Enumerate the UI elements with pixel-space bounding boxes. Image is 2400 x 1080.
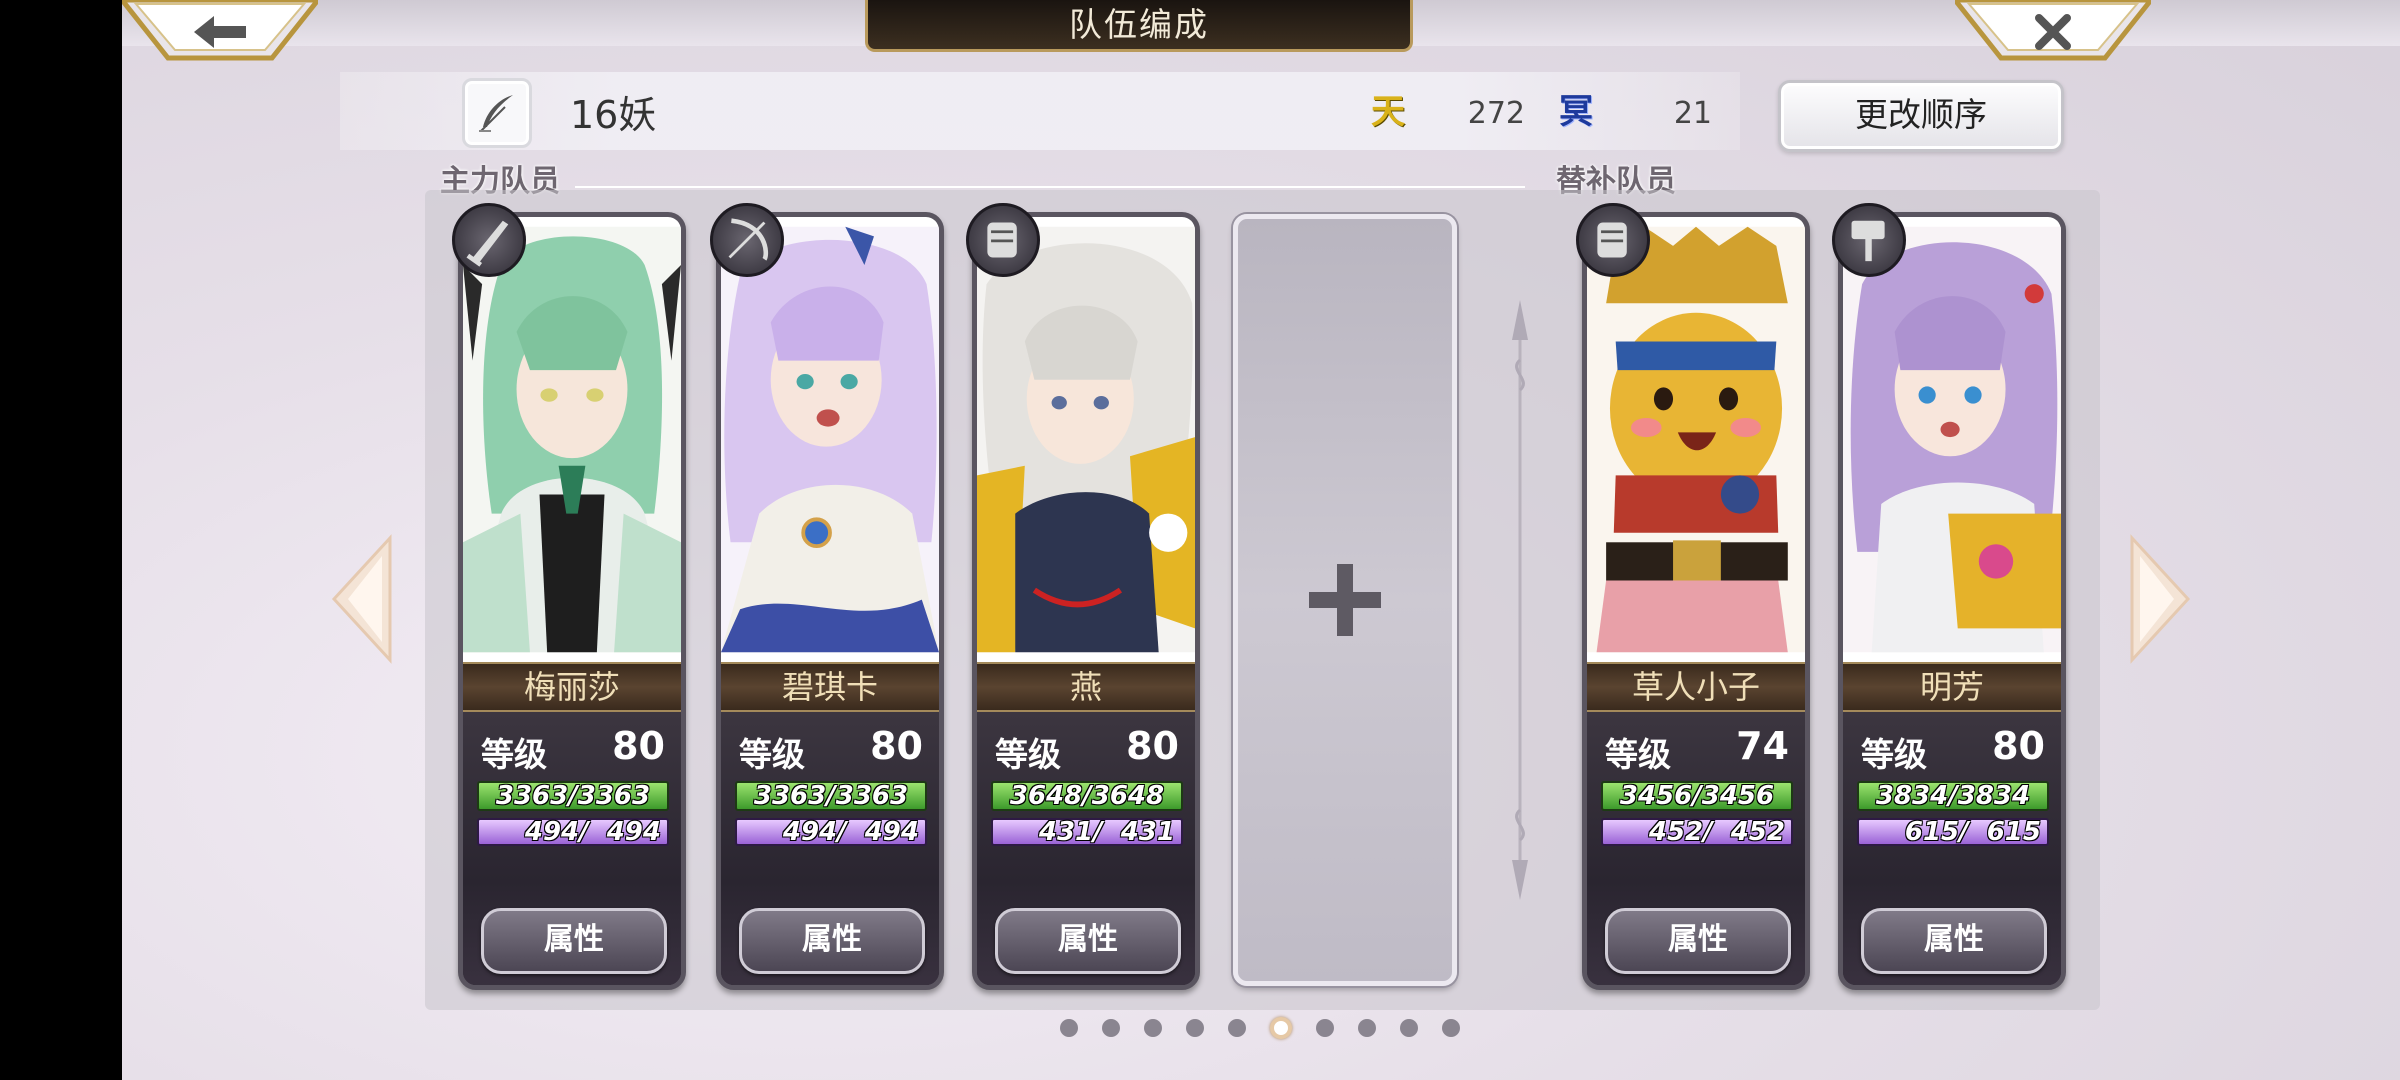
ornament-divider-icon — [1512, 300, 1528, 900]
underworld-value: 21 — [1673, 96, 1712, 131]
underworld-icon: 冥 — [1559, 92, 1593, 132]
character-name: 燕 — [977, 662, 1195, 712]
level-value: 80 — [1992, 724, 2045, 768]
attributes-button[interactable]: 属性 — [995, 908, 1181, 974]
gauntlet-icon — [1576, 203, 1650, 277]
bow-icon — [710, 203, 784, 277]
character-stats: 等级 80 3363/3363 494/ 494 属性 — [463, 712, 681, 985]
character-name: 明芳 — [1843, 662, 2061, 712]
page-title: 队伍编成 — [865, 0, 1413, 52]
page-dot[interactable] — [1316, 1019, 1334, 1037]
close-x-icon — [1951, 0, 2155, 61]
feather-pen-icon — [479, 95, 513, 132]
team-name: 16妖 — [570, 93, 657, 137]
member-card[interactable]: 碧琪卡 等级 80 3363/3363 494/ 494 属性 — [716, 212, 944, 990]
member-card[interactable]: 梅丽莎 等级 80 3363/3363 494/ 494 属性 — [458, 212, 686, 990]
character-stats: 等级 80 3834/3834 615/ 615 属性 — [1843, 712, 2061, 985]
level-value: 80 — [612, 724, 665, 768]
page-dot[interactable] — [1400, 1019, 1418, 1037]
character-name: 梅丽莎 — [463, 662, 681, 712]
character-portrait — [1587, 217, 1805, 662]
edit-team-name-button[interactable] — [462, 78, 532, 148]
reorder-button[interactable]: 更改顺序 — [1778, 80, 2064, 152]
heaven-value: 272 — [1467, 96, 1525, 131]
hp-bar: 3834/3834 — [1857, 781, 2049, 811]
page-dot[interactable] — [1228, 1019, 1246, 1037]
attributes-button[interactable]: 属性 — [739, 908, 925, 974]
page-dot[interactable] — [1442, 1019, 1460, 1037]
attributes-button[interactable]: 属性 — [1605, 908, 1791, 974]
character-portrait — [977, 217, 1195, 662]
page-dot-active[interactable] — [1270, 1017, 1292, 1039]
back-button[interactable] — [118, 0, 322, 66]
level-value: 74 — [1736, 724, 1789, 768]
hp-bar: 3456/3456 — [1601, 781, 1793, 811]
arrow-left-icon — [118, 0, 322, 61]
character-portrait — [1843, 217, 2061, 662]
attributes-button[interactable]: 属性 — [481, 908, 667, 974]
empty-member-slot[interactable] — [1233, 214, 1457, 986]
level-value: 80 — [1126, 724, 1179, 768]
hp-bar: 3648/3648 — [991, 781, 1183, 811]
character-portrait — [721, 217, 939, 662]
page-dot[interactable] — [1358, 1019, 1376, 1037]
hp-bar: 3363/3363 — [477, 781, 669, 811]
member-card[interactable]: 燕 等级 80 3648/3648 431/ 431 属性 — [972, 212, 1200, 990]
member-card[interactable]: 明芳 等级 80 3834/3834 615/ 615 属性 — [1838, 212, 2066, 990]
close-button[interactable] — [1951, 0, 2155, 66]
character-name: 碧琪卡 — [721, 662, 939, 712]
attributes-button[interactable]: 属性 — [1861, 908, 2047, 974]
character-portrait — [463, 217, 681, 662]
level-label: 等级 — [1861, 735, 1927, 774]
gauntlet-icon — [966, 203, 1040, 277]
character-stats: 等级 80 3363/3363 494/ 494 属性 — [721, 712, 939, 985]
pagination-dots — [1060, 1016, 1460, 1040]
hammer-icon — [1832, 203, 1906, 277]
level-label: 等级 — [481, 735, 547, 774]
member-card[interactable]: 草人小子 等级 74 3456/3456 452/ 452 属性 — [1582, 212, 1810, 990]
greatsword-icon — [452, 203, 526, 277]
mp-bar: 452/ 452 — [1601, 818, 1793, 846]
team-name-bar — [340, 72, 1740, 150]
level-label: 等级 — [739, 735, 805, 774]
next-page-arrow-icon[interactable] — [2128, 534, 2192, 664]
page-dot[interactable] — [1060, 1019, 1078, 1037]
level-value: 80 — [870, 724, 923, 768]
level-label: 等级 — [1605, 735, 1671, 774]
mp-bar: 615/ 615 — [1857, 818, 2049, 846]
mp-bar: 494/ 494 — [477, 818, 669, 846]
divider-line — [575, 186, 1525, 188]
heaven-icon: 天 — [1371, 92, 1405, 132]
mp-bar: 494/ 494 — [735, 818, 927, 846]
character-stats: 等级 80 3648/3648 431/ 431 属性 — [977, 712, 1195, 985]
page-dot[interactable] — [1144, 1019, 1162, 1037]
hp-bar: 3363/3363 — [735, 781, 927, 811]
mp-bar: 431/ 431 — [991, 818, 1183, 846]
page-dot[interactable] — [1186, 1019, 1204, 1037]
plus-icon — [1309, 564, 1381, 636]
level-label: 等级 — [995, 735, 1061, 774]
character-stats: 等级 74 3456/3456 452/ 452 属性 — [1587, 712, 1805, 985]
page-dot[interactable] — [1102, 1019, 1120, 1037]
prev-page-arrow-icon[interactable] — [330, 534, 394, 664]
character-name: 草人小子 — [1587, 662, 1805, 712]
